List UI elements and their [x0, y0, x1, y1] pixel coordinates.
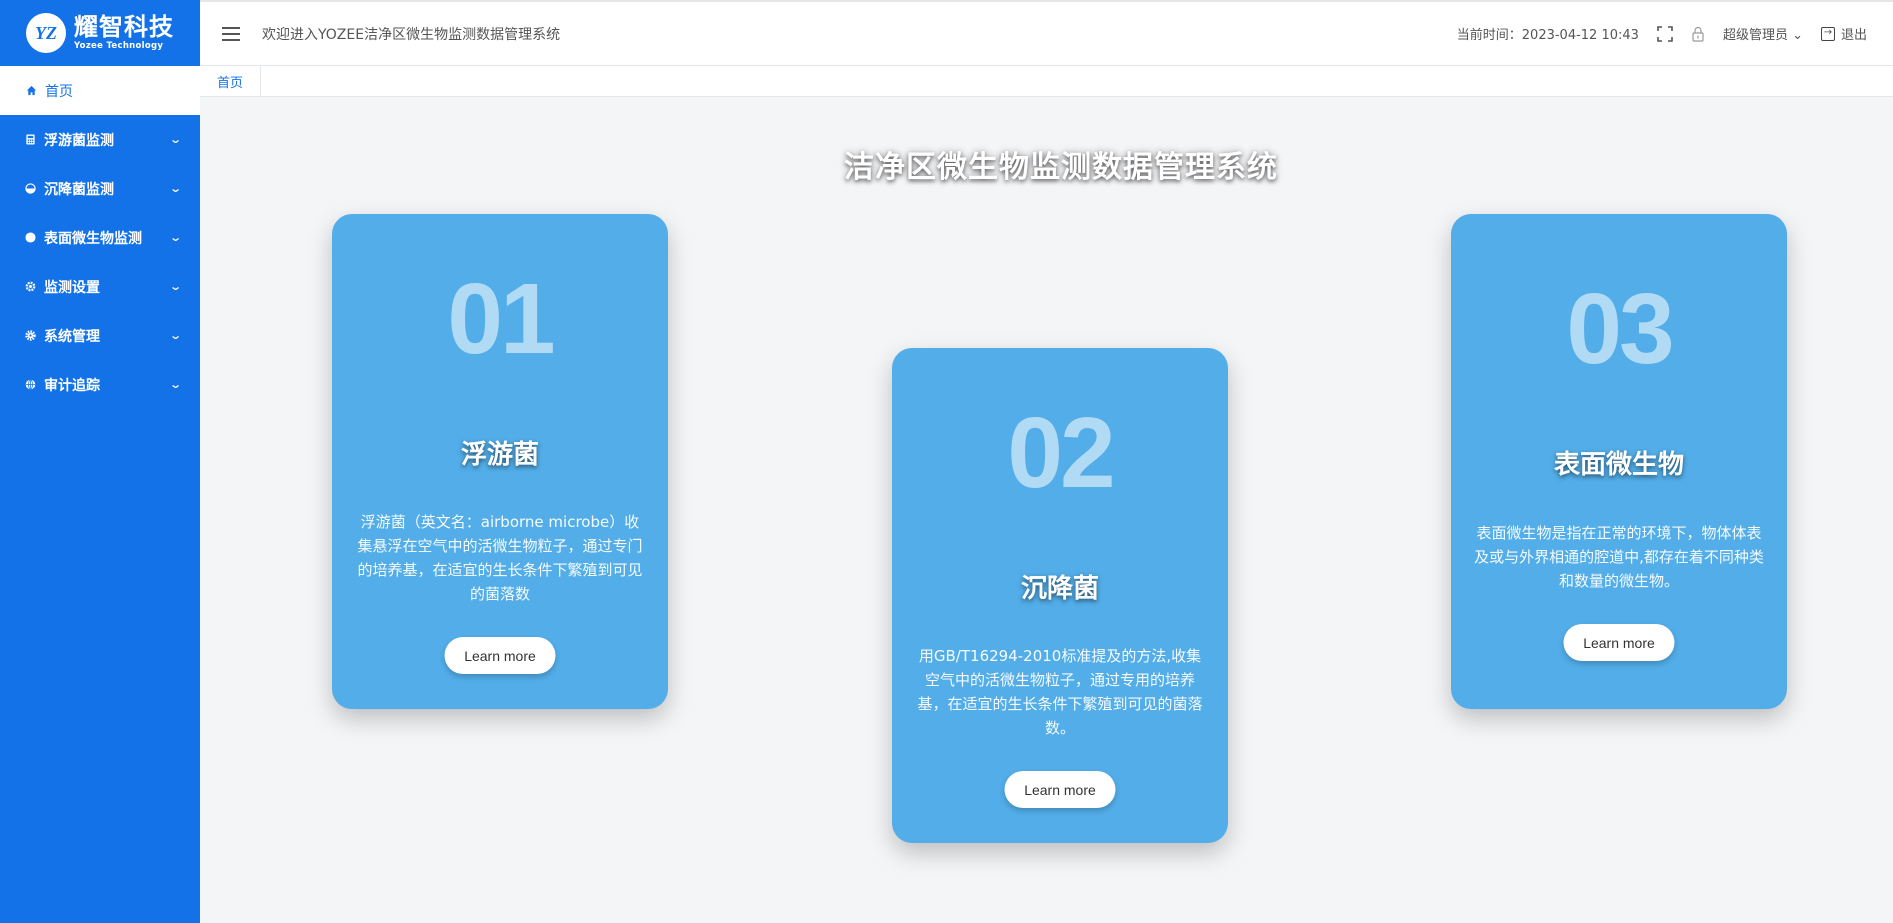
card-surface: 03 表面微生物 表面微生物是指在正常的环境下，物体体表及或与外界相通的腔道中,…	[1451, 214, 1787, 709]
card-title: 浮游菌	[460, 440, 539, 470]
chevron-down-icon: ⌄	[1787, 28, 1803, 43]
user-dropdown[interactable]: 超级管理员 ⌄	[1723, 24, 1803, 43]
sidebar: YZ 耀智科技 Yozee Technology 首页 浮游菌监测 ⌄ 沉降菌监…	[0, 0, 200, 923]
calculator-icon	[26, 134, 35, 145]
top-header: 欢迎进入YOZEE洁净区微生物监测数据管理系统 当前时间：2023-04-12 …	[200, 0, 1893, 66]
card-number: 02	[1007, 397, 1115, 509]
card-description: 表面微生物是指在正常的环境下，物体体表及或与外界相通的腔道中,都存在着不同种类和…	[1474, 524, 1764, 590]
tab-home[interactable]: 首页	[200, 66, 261, 97]
logo-name-cn: 耀智科技	[74, 12, 174, 42]
pie-chart-icon	[25, 183, 36, 194]
chevron-down-icon: ⌄	[168, 231, 182, 244]
learn-more-button[interactable]: Learn more	[444, 637, 556, 674]
learn-more-button[interactable]: Learn more	[1563, 624, 1675, 661]
settings-icon	[25, 281, 36, 292]
logout-label: 退出	[1840, 28, 1867, 43]
card-title: 表面微生物	[1553, 450, 1684, 480]
logo-mark: YZ	[26, 13, 66, 53]
sidebar-item-label: 沉降菌监测	[44, 181, 114, 198]
circle-icon	[25, 232, 36, 243]
current-time: 当前时间：2023-04-12 10:43	[1456, 28, 1639, 43]
card-number: 03	[1566, 273, 1674, 385]
logout-button[interactable]: → 退出	[1820, 24, 1867, 43]
sidebar-item-home[interactable]: 首页	[0, 66, 200, 115]
sidebar-item-label: 表面微生物监测	[44, 230, 142, 247]
home-icon	[26, 85, 37, 96]
card-description: 用GB/T16294-2010标准提及的方法,收集空气中的活微生物粒子，通过专用…	[917, 647, 1203, 737]
card-settling: 02 沉降菌 用GB/T16294-2010标准提及的方法,收集空气中的活微生物…	[892, 348, 1228, 843]
sidebar-item-surface[interactable]: 表面微生物监测 ⌄	[0, 213, 200, 262]
lock-icon[interactable]	[1691, 26, 1705, 42]
globe-icon	[25, 379, 36, 390]
user-name: 超级管理员	[1722, 28, 1788, 43]
welcome-text: 欢迎进入YOZEE洁净区微生物监测数据管理系统	[262, 26, 561, 43]
chevron-down-icon: ⌄	[168, 378, 182, 391]
sidebar-item-airborne[interactable]: 浮游菌监测 ⌄	[0, 115, 200, 164]
fullscreen-icon[interactable]	[1657, 25, 1673, 42]
chevron-down-icon: ⌄	[168, 182, 182, 195]
sidebar-item-label: 首页	[45, 83, 73, 100]
logo-name-en: Yozee Technology	[74, 41, 164, 52]
sidebar-item-label: 系统管理	[44, 328, 100, 345]
sidebar-item-monitor-settings[interactable]: 监测设置 ⌄	[0, 262, 200, 311]
chevron-down-icon: ⌄	[168, 329, 182, 342]
chevron-down-icon: ⌄	[168, 280, 182, 293]
sidebar-item-settling[interactable]: 沉降菌监测 ⌄	[0, 164, 200, 213]
card-description: 浮游菌（英文名：airborne microbe）收集悬浮在空气中的活微生物粒子…	[357, 513, 643, 603]
logout-icon: →	[1820, 26, 1835, 41]
page-title: 洁净区微生物监测数据管理系统	[844, 150, 1278, 185]
menu-toggle-icon[interactable]	[222, 26, 240, 41]
logo[interactable]: YZ 耀智科技 Yozee Technology	[0, 0, 200, 66]
card-airborne: 01 浮游菌 浮游菌（英文名：airborne microbe）收集悬浮在空气中…	[332, 214, 668, 709]
chevron-down-icon: ⌄	[168, 133, 182, 146]
sidebar-item-label: 浮游菌监测	[44, 132, 114, 149]
learn-more-button[interactable]: Learn more	[1004, 771, 1116, 808]
sidebar-item-label: 监测设置	[44, 279, 100, 296]
sidebar-item-label: 审计追踪	[44, 377, 100, 394]
gear-icon	[25, 330, 36, 341]
card-title: 沉降菌	[1020, 574, 1099, 604]
tab-bar: 首页	[200, 66, 1893, 97]
sidebar-item-audit[interactable]: 审计追踪 ⌄	[0, 360, 200, 409]
sidebar-item-system[interactable]: 系统管理 ⌄	[0, 311, 200, 360]
card-number: 01	[447, 263, 555, 375]
